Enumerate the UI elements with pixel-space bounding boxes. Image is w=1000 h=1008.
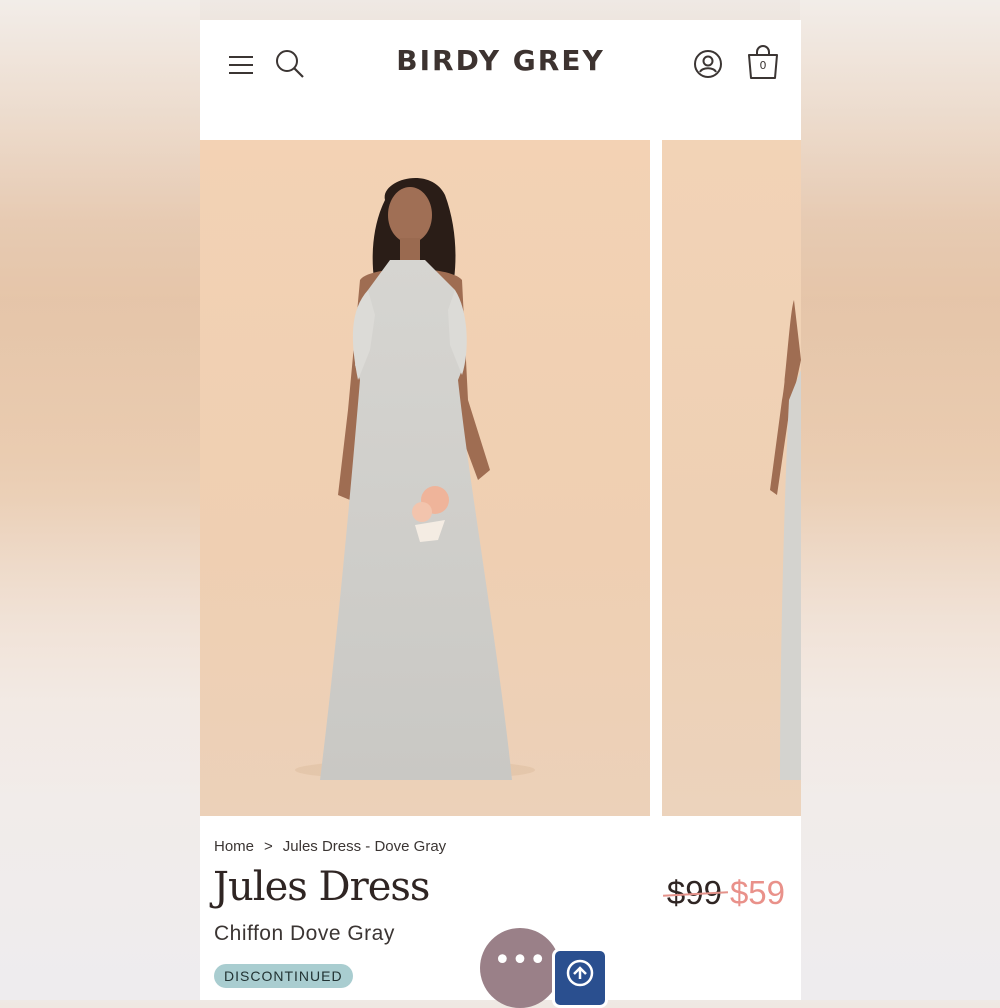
model-wearing-dress-image xyxy=(295,178,535,780)
background-blur-left xyxy=(0,0,200,1000)
model-side-view-image xyxy=(770,300,801,780)
rewards-icon xyxy=(566,959,594,987)
price: $99 $59 xyxy=(667,874,785,912)
chat-icon: ••• xyxy=(493,943,547,978)
status-badge: DISCONTINUED xyxy=(214,964,353,988)
account-button[interactable] xyxy=(690,46,726,82)
product-image-carousel[interactable] xyxy=(200,140,801,816)
site-header: BIRDY GREY 0 xyxy=(200,20,801,140)
phone-screen: BIRDY GREY 0 Home > Jules Dress - Dove G… xyxy=(200,20,801,1000)
account-icon xyxy=(694,50,722,78)
product-image-main[interactable] xyxy=(200,140,650,816)
product-subtitle: Chiffon Dove Gray xyxy=(214,922,395,945)
product-title: Jules Dress xyxy=(213,864,430,910)
price-original: $99 xyxy=(666,874,722,911)
breadcrumb-separator: > xyxy=(264,838,273,855)
breadcrumb-current: Jules Dress - Dove Gray xyxy=(282,838,447,855)
cart-button[interactable]: 0 xyxy=(744,42,782,82)
product-image-next[interactable] xyxy=(662,140,801,816)
background-blur-right xyxy=(800,0,1000,1000)
breadcrumb: Home > Jules Dress - Dove Gray xyxy=(214,838,446,855)
cart-count: 0 xyxy=(759,59,767,72)
chat-button[interactable]: ••• xyxy=(480,928,560,1008)
breadcrumb-home-link[interactable]: Home xyxy=(214,838,254,855)
rewards-button[interactable] xyxy=(552,948,608,1008)
price-sale: $59 xyxy=(729,874,785,911)
